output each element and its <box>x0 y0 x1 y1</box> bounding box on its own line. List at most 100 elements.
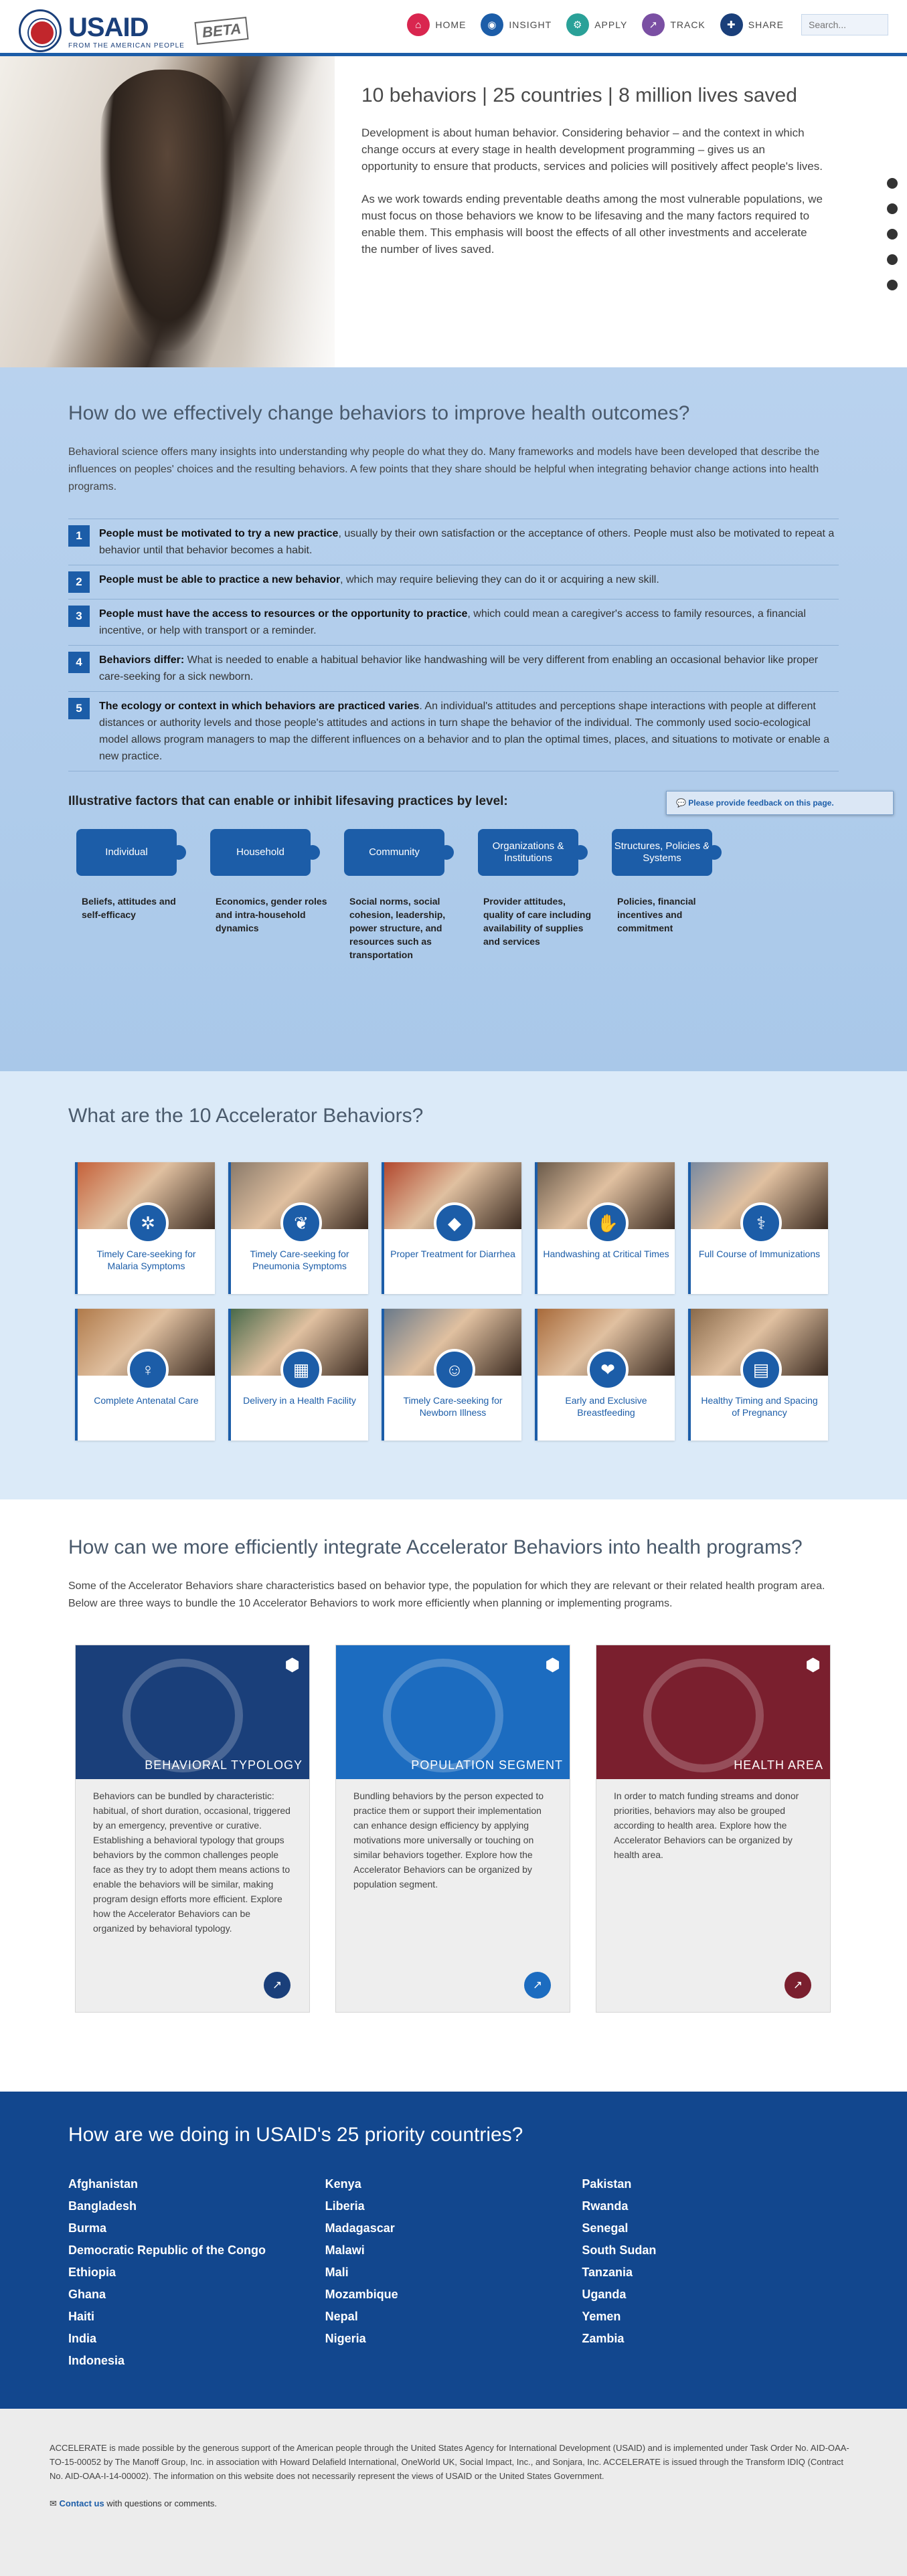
factor-desc: Social norms, social cohesion, leadershi… <box>349 896 446 960</box>
country-link[interactable]: Malawi <box>325 2239 582 2262</box>
section-dot[interactable] <box>887 229 898 240</box>
factor-desc: Economics, gender roles and intra-househ… <box>216 896 327 933</box>
country-link[interactable]: Madagascar <box>325 2217 582 2239</box>
cube-icon: ⬢ <box>284 1655 300 1675</box>
accelerator-tile[interactable]: ♀ Complete Antenatal Care <box>75 1309 215 1441</box>
country-link[interactable]: Haiti <box>68 2306 325 2328</box>
points-list: 1 People must be motivated to try a new p… <box>68 519 839 771</box>
puzzle-piece-2: Community <box>344 829 454 876</box>
home-icon: ⌂ <box>407 13 430 36</box>
integrate-title: How can we more efficiently integrate Ac… <box>68 1536 803 1558</box>
accelerators-section: What are the 10 Accelerator Behaviors? ✲… <box>0 1071 907 1499</box>
usaid-logo[interactable]: USAID FROM THE AMERICAN PEOPLE BETA <box>19 9 249 52</box>
country-link[interactable]: Democratic Republic of the Congo <box>68 2239 325 2262</box>
country-link[interactable]: South Sudan <box>582 2239 839 2262</box>
factor-item: Individual Beliefs, attitudes and self-ef… <box>68 829 202 961</box>
nav-label: TRACK <box>670 19 706 30</box>
accelerator-tile[interactable]: ✲ Timely Care-seeking for Malaria Symptom… <box>75 1162 215 1294</box>
nav-item-insight[interactable]: ◉ INSIGHT <box>481 13 552 36</box>
card-body: Behaviors can be bundled by characterist… <box>93 1790 291 1934</box>
nav-item-share[interactable]: ✚ SHARE <box>720 13 784 36</box>
nav-item-apply[interactable]: ⚙ APPLY <box>566 13 627 36</box>
country-link[interactable]: Ethiopia <box>68 2262 325 2284</box>
countries-title: How are we doing in USAID's 25 priority … <box>68 2124 523 2146</box>
section-dot[interactable] <box>887 203 898 214</box>
section-dot[interactable] <box>887 178 898 189</box>
country-link[interactable]: India <box>68 2328 325 2350</box>
accelerator-tile[interactable]: ▦ Delivery in a Health Facility <box>228 1309 368 1441</box>
usaid-seal-icon <box>19 9 62 52</box>
puzzle-piece-1: Household <box>210 829 320 876</box>
bundle-card: ⬢ BEHAVIORAL TYPOLOGY Behaviors can be bun… <box>75 1645 310 2013</box>
country-link[interactable]: Bangladesh <box>68 2195 325 2217</box>
country-link[interactable]: Tanzania <box>582 2262 839 2284</box>
point-rest: , which may require believing they can d… <box>340 574 659 585</box>
accelerator-tile[interactable]: ◆ Proper Treatment for Diarrhea <box>382 1162 521 1294</box>
cube-icon: ⬢ <box>805 1655 821 1675</box>
country-link[interactable]: Pakistan <box>582 2173 839 2195</box>
breastfeeding-icon: ❤ <box>587 1349 629 1390</box>
countries-column-1: Afghanistan Bangladesh Burma Democratic Rep… <box>68 2173 325 2372</box>
point-number: 1 <box>68 525 90 547</box>
point-text: The ecology or context in which behavior… <box>99 698 839 765</box>
country-link[interactable]: Zambia <box>582 2328 839 2350</box>
nav-item-track[interactable]: ↗ TRACK <box>642 13 705 36</box>
country-link[interactable]: Burma <box>68 2217 325 2239</box>
point-text: Behaviors differ: What is needed to enab… <box>99 652 839 685</box>
factor-item: Organizations & Institutions Provider att… <box>470 829 604 961</box>
handwashing-icon: ✋ <box>587 1202 629 1244</box>
accelerator-tile[interactable]: ❦ Timely Care-seeking for Pneumonia Sympt… <box>228 1162 368 1294</box>
external-link-icon[interactable]: ↗ <box>524 1972 551 1999</box>
nav-item-home[interactable]: ⌂ HOME <box>407 13 466 36</box>
card-title: HEALTH AREA <box>734 1758 823 1772</box>
card-title: POPULATION SEGMENT <box>411 1758 563 1772</box>
country-link[interactable]: Indonesia <box>68 2350 325 2372</box>
behavior-point: 2 People must be able to practice a new b… <box>68 565 839 600</box>
accelerators-title: What are the 10 Accelerator Behaviors? <box>68 1105 424 1127</box>
card-illustration-icon <box>383 1659 503 1772</box>
footer-contact: ✉ Contact us with questions or comments. <box>50 2498 218 2508</box>
country-link[interactable]: Nepal <box>325 2306 582 2328</box>
country-link[interactable]: Senegal <box>582 2217 839 2239</box>
search-input[interactable] <box>801 14 888 35</box>
accelerator-tile[interactable]: ❤ Early and Exclusive Breastfeeding <box>535 1309 675 1441</box>
point-rest: What is needed to enable a habitual beha… <box>99 654 819 682</box>
mosquito-icon: ✲ <box>127 1202 169 1244</box>
point-text: People must be able to practice a new be… <box>99 571 659 593</box>
country-link[interactable]: Afghanistan <box>68 2173 325 2195</box>
country-link[interactable]: Nigeria <box>325 2328 582 2350</box>
accelerator-tile[interactable]: ⚕ Full Course of Immunizations <box>688 1162 828 1294</box>
factor-item: Structures, Policies & Systems Policies, … <box>604 829 738 961</box>
change-title: How do we effectively change behaviors t… <box>68 402 690 424</box>
feedback-button[interactable]: 💬 Please provide feedback on this page. <box>666 791 894 815</box>
country-link[interactable]: Mozambique <box>325 2284 582 2306</box>
hero-text: 10 behaviors | 25 countries | 8 million … <box>361 83 823 258</box>
country-link[interactable]: Liberia <box>325 2195 582 2217</box>
point-bold: People must be able to practice a new be… <box>99 574 341 585</box>
cube-icon: ⬢ <box>545 1655 560 1675</box>
tile-label: Complete Antenatal Care <box>94 1395 199 1406</box>
factor-item: Community Social norms, social cohesion, … <box>336 829 470 961</box>
accelerator-tile[interactable]: ▤ Healthy Timing and Spacing of Pregnancy <box>688 1309 828 1441</box>
puzzle-piece-3: Organizations & Institutions <box>478 829 588 876</box>
country-link[interactable]: Yemen <box>582 2306 839 2328</box>
country-link[interactable]: Kenya <box>325 2173 582 2195</box>
country-link[interactable]: Mali <box>325 2262 582 2284</box>
site-header: USAID FROM THE AMERICAN PEOPLE BETA ⌂ HOM… <box>0 0 907 56</box>
bundle-cards: ⬢ BEHAVIORAL TYPOLOGY Behaviors can be bun… <box>75 1645 839 2013</box>
external-link-icon[interactable]: ↗ <box>264 1972 291 1999</box>
section-dot[interactable] <box>887 254 898 265</box>
country-link[interactable]: Rwanda <box>582 2195 839 2217</box>
pregnancy-icon: ♀ <box>127 1349 169 1390</box>
country-link[interactable]: Ghana <box>68 2284 325 2306</box>
contact-link[interactable]: Contact us <box>60 2498 104 2508</box>
factor-item: Household Economics, gender roles and int… <box>202 829 336 961</box>
tile-label: Timely Care-seeking for Pneumonia Sympto… <box>250 1249 349 1271</box>
external-link-icon[interactable]: ↗ <box>785 1972 811 1999</box>
accelerator-tile[interactable]: ✋ Handwashing at Critical Times <box>535 1162 675 1294</box>
country-link[interactable]: Uganda <box>582 2284 839 2306</box>
accelerator-tile[interactable]: ☺ Timely Care-seeking for Newborn Illness <box>382 1309 521 1441</box>
behavior-point: 4 Behaviors differ: What is needed to ena… <box>68 646 839 692</box>
syringe-icon: ⚕ <box>740 1202 782 1244</box>
section-dot[interactable] <box>887 280 898 290</box>
